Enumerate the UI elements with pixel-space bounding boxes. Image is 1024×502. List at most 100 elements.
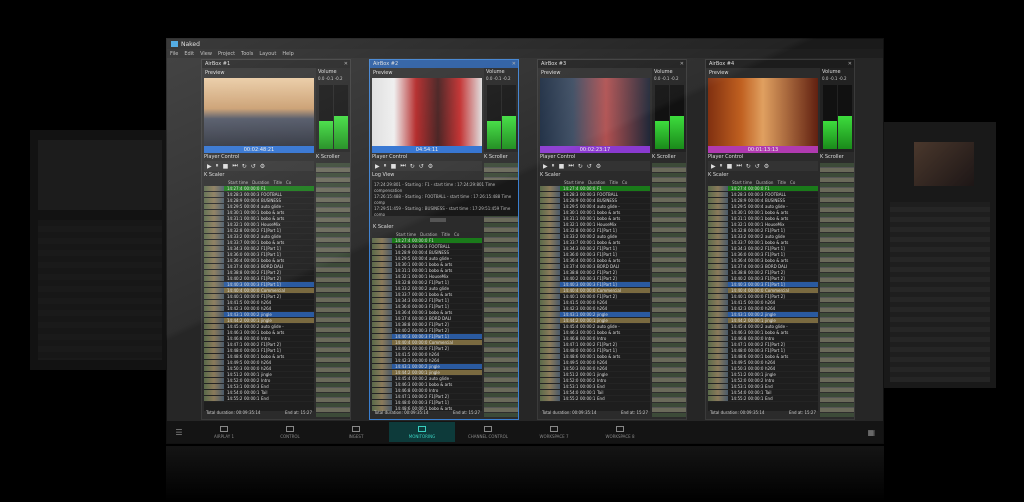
menu-icon[interactable]: ☰	[167, 428, 191, 437]
playlist-1[interactable]: Start time Duration Title Co 14:27:4 00:00:0 F…	[204, 180, 314, 411]
clip-thumbnail	[372, 244, 392, 249]
row-duration: 00:00:3	[412, 334, 428, 339]
playlist-row[interactable]: 14:55:2 00:00:1 End	[708, 396, 818, 402]
log-scroll-handle[interactable]	[430, 218, 446, 222]
clip-thumbnail	[708, 204, 728, 209]
undo-icon[interactable]: ↺	[251, 163, 256, 170]
workspace-icon	[352, 425, 360, 432]
playlist-4[interactable]: Start time Duration Title Co 14:27:4 00:00:0 F…	[708, 180, 818, 411]
dock-tab[interactable]: AIRPLAY 1	[191, 422, 257, 442]
play-icon[interactable]: ▶	[207, 163, 212, 170]
playlist-row[interactable]: 14:55:2 00:00:1 End	[540, 396, 650, 402]
pause-icon[interactable]: ⏸	[216, 162, 219, 170]
clip-thumbnail	[204, 360, 224, 365]
play-icon[interactable]: ▶	[543, 163, 548, 170]
menu-view[interactable]: View	[200, 51, 212, 57]
settings-icon[interactable]: ⚙	[764, 163, 769, 170]
settings-icon[interactable]: ⚙	[428, 163, 433, 170]
close-icon[interactable]: ✕	[344, 61, 350, 67]
row-start-time: 14:41:5	[227, 300, 243, 305]
row-start-time: 14:45:4	[227, 324, 243, 329]
menu-layout[interactable]: Layout	[259, 51, 276, 57]
row-duration: 00:00:3	[244, 384, 260, 389]
skip-icon[interactable]: ⏭	[232, 162, 237, 170]
pause-icon[interactable]: ⏸	[384, 162, 387, 170]
dock-tab[interactable]: CONTROL	[257, 422, 323, 442]
row-title: Commercial	[261, 288, 285, 293]
row-start-time: 14:42:3	[227, 306, 243, 311]
row-duration: 00:00:3	[748, 282, 764, 287]
play-icon[interactable]: ▶	[375, 163, 380, 170]
dock-tab[interactable]: WORKSPACE 7	[521, 422, 587, 442]
row-duration: 00:00:1	[244, 210, 260, 215]
playlist-2[interactable]: Start time Duration Title Co 14:27:4 00:00:0 F…	[372, 232, 482, 411]
dock-tab[interactable]: WORKSPACE 8	[587, 422, 653, 442]
pause-icon[interactable]: ⏸	[552, 162, 555, 170]
k-scaler-label: K Scaler	[204, 172, 225, 178]
k-scroller[interactable]	[316, 163, 350, 417]
row-duration: 00:00:0	[244, 300, 260, 305]
row-duration: 00:00:0	[412, 340, 428, 345]
row-start-time: 14:38:8	[731, 270, 747, 275]
pause-icon[interactable]: ⏸	[720, 162, 723, 170]
clip-thumbnail	[204, 312, 224, 317]
clip-thumbnail	[372, 256, 392, 261]
close-icon[interactable]: ✕	[848, 61, 854, 67]
stop-icon[interactable]: ■	[727, 163, 733, 170]
clip-thumbnail	[708, 348, 728, 353]
menu-file[interactable]: File	[170, 51, 178, 57]
play-icon[interactable]: ▶	[711, 163, 716, 170]
undo-icon[interactable]: ↺	[587, 163, 592, 170]
clip-thumbnail	[708, 228, 728, 233]
loop-icon[interactable]: ↻	[410, 163, 415, 170]
clip-thumbnail	[372, 304, 392, 309]
k-scroller[interactable]	[652, 163, 686, 417]
row-title: F1	[765, 186, 770, 191]
row-duration: 00:00:0	[748, 336, 764, 341]
grid-icon[interactable]: ▦	[867, 428, 875, 437]
skip-icon[interactable]: ⏭	[400, 162, 405, 170]
playlist-row[interactable]: 14:55:2 00:00:1 End	[204, 396, 314, 402]
row-start-time: 14:51:2	[227, 372, 243, 377]
row-duration: 00:00:0	[244, 288, 260, 293]
clip-thumbnail	[204, 204, 224, 209]
close-icon[interactable]: ✕	[680, 61, 686, 67]
stop-icon[interactable]: ■	[559, 163, 565, 170]
dock-tab[interactable]: INGEST	[323, 422, 389, 442]
loop-icon[interactable]: ↻	[746, 163, 751, 170]
dock-tab[interactable]: MONITORING	[389, 422, 455, 442]
menu-help[interactable]: Help	[282, 51, 293, 57]
row-start-time: 14:44:2	[731, 318, 747, 323]
clip-thumbnail	[540, 360, 560, 365]
clip-thumbnail	[708, 258, 728, 263]
menu-edit[interactable]: Edit	[184, 51, 194, 57]
skip-icon[interactable]: ⏭	[568, 162, 573, 170]
k-scroller[interactable]	[820, 163, 854, 417]
menu-project[interactable]: Project	[218, 51, 235, 57]
stop-icon[interactable]: ■	[223, 163, 229, 170]
stop-icon[interactable]: ■	[391, 163, 397, 170]
loop-icon[interactable]: ↻	[578, 163, 583, 170]
skip-icon[interactable]: ⏭	[736, 162, 741, 170]
settings-icon[interactable]: ⚙	[260, 163, 265, 170]
loop-icon[interactable]: ↻	[242, 163, 247, 170]
row-start-time: 14:47:1	[731, 342, 747, 347]
row-title: auto glide -	[261, 324, 284, 329]
preview-video	[540, 78, 650, 146]
clip-thumbnail	[708, 378, 728, 383]
clip-thumbnail	[372, 298, 392, 303]
clip-thumbnail	[372, 292, 392, 297]
menu-tools[interactable]: Tools	[241, 51, 253, 57]
row-title: jingle	[765, 372, 776, 377]
undo-icon[interactable]: ↺	[419, 163, 424, 170]
undo-icon[interactable]: ↺	[755, 163, 760, 170]
row-title: F1[Part 1]	[261, 348, 281, 353]
row-title: F1[Part 2]	[765, 270, 785, 275]
settings-icon[interactable]: ⚙	[596, 163, 601, 170]
row-title: Tail	[261, 390, 268, 395]
row-duration: 00:00:2	[412, 298, 428, 303]
dock-tab[interactable]: CHANNEL CONTROL	[455, 422, 521, 442]
close-icon[interactable]: ✕	[512, 61, 518, 67]
playlist-3[interactable]: Start time Duration Title Co 14:27:4 00:00:0 F…	[540, 180, 650, 411]
player-control-label: Player Control	[372, 154, 408, 160]
